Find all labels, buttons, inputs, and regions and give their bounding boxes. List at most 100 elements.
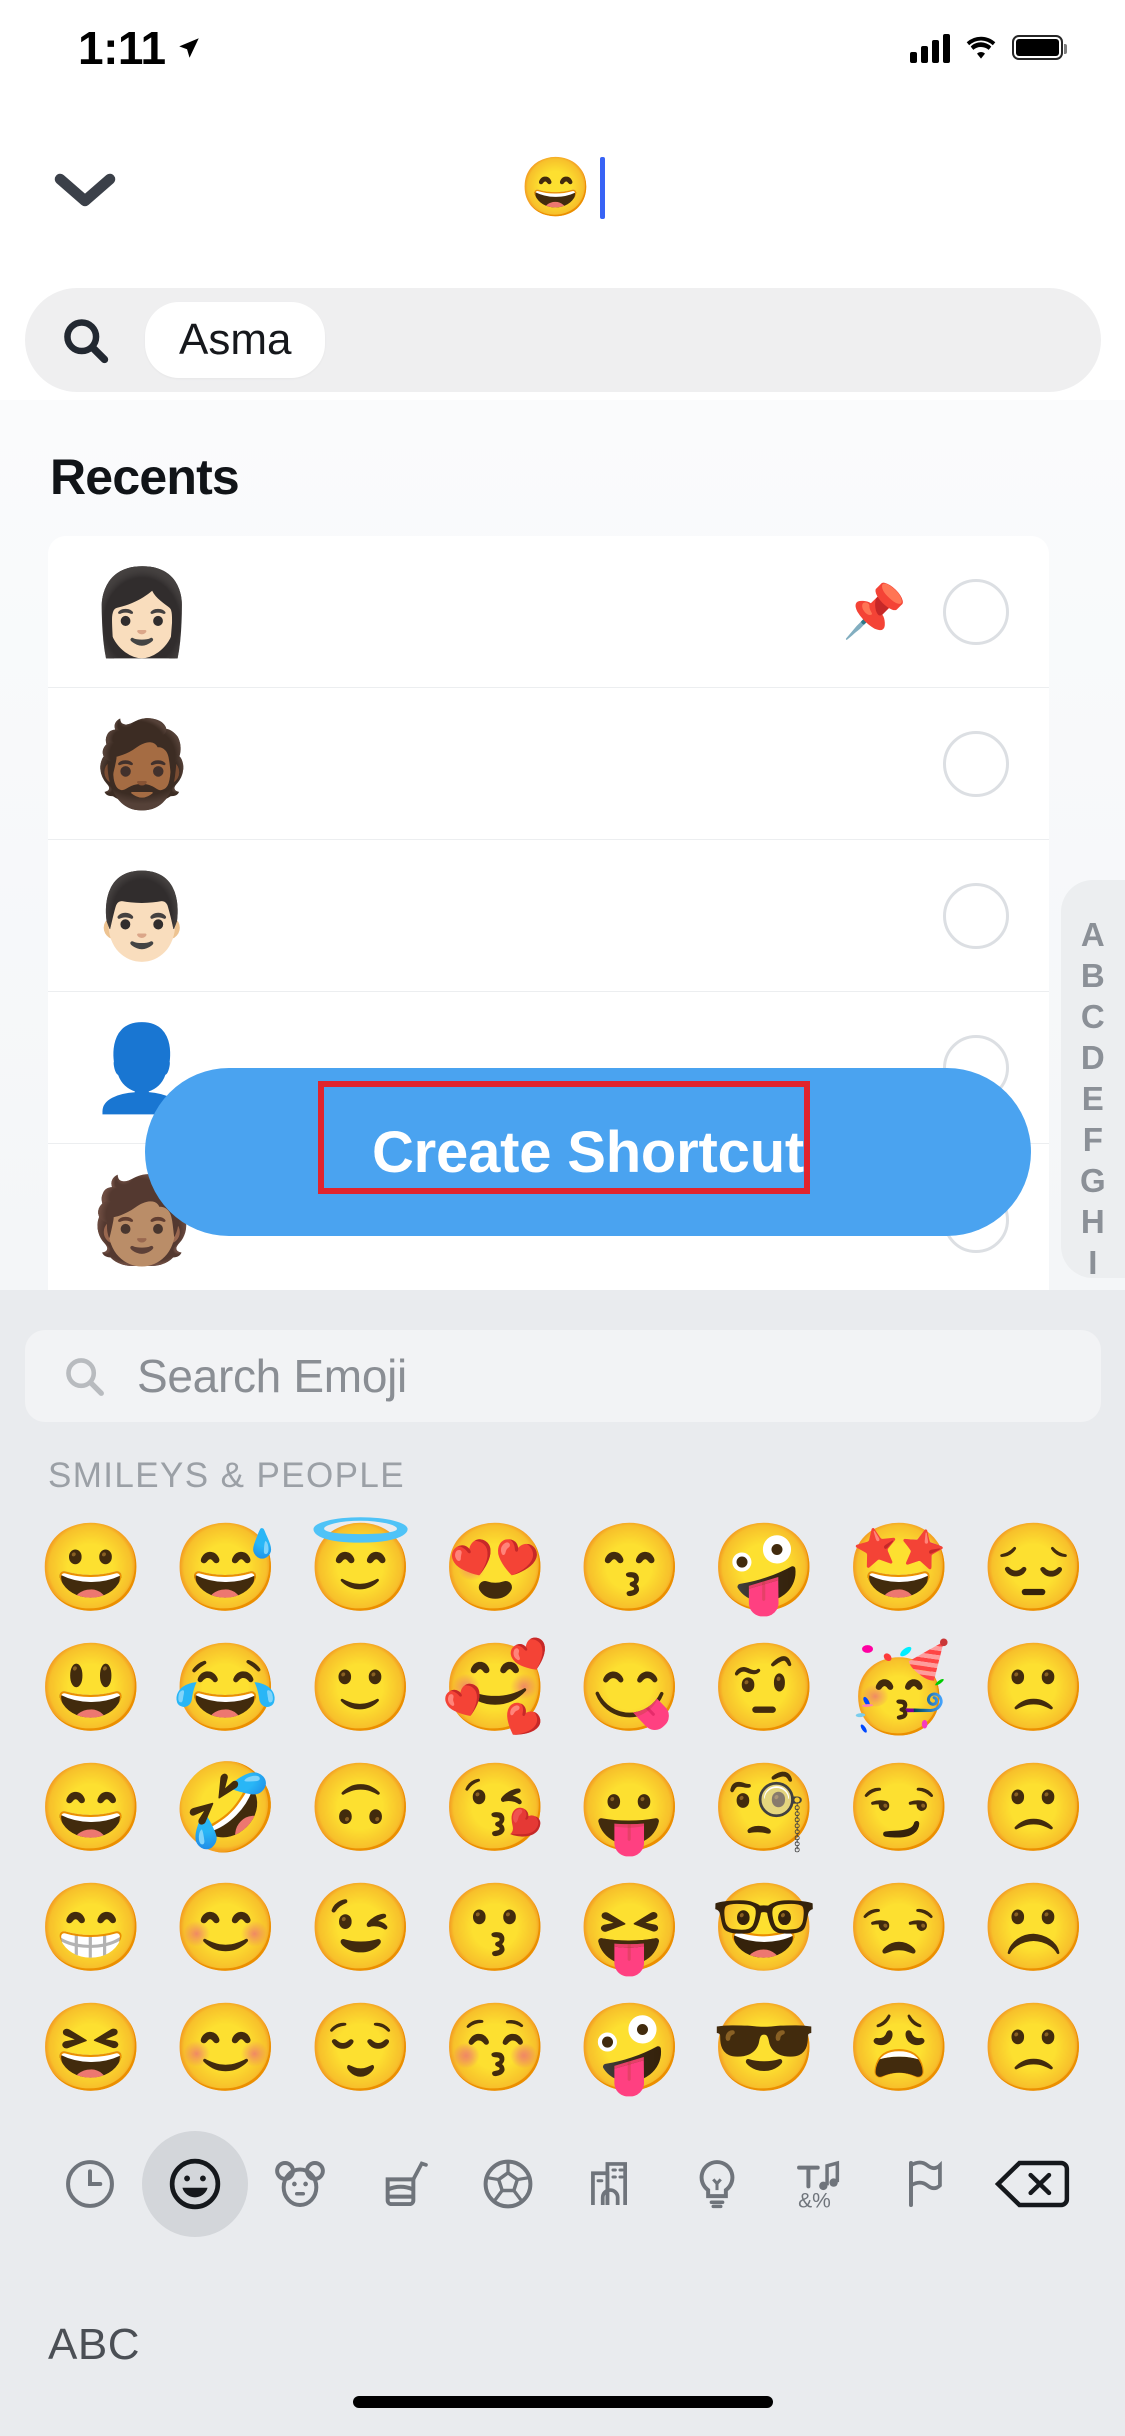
alpha-index-g[interactable]: G [1080,1163,1106,1199]
select-checkbox[interactable] [943,578,1009,645]
table-row[interactable]: 👨🏻 [48,840,1049,992]
table-row[interactable]: 👩🏻 📌 [48,536,1049,688]
emoji-key[interactable]: 😁 [38,1885,145,1971]
emoji-key[interactable]: 😚 [442,2005,549,2091]
contact-search-bar[interactable]: Asma [25,288,1101,392]
emoji-key[interactable]: 😄 [38,1765,145,1851]
select-checkbox[interactable] [943,882,1009,949]
status-bar: 1:11 [0,0,1125,95]
emoji-key[interactable]: 😃 [38,1645,145,1731]
emoji-key[interactable]: 🙁 [980,1645,1087,1731]
location-arrow-icon [178,37,199,58]
activity-icon-button[interactable] [456,2131,560,2237]
animals-icon [275,2161,326,2207]
alpha-index-f[interactable]: F [1083,1122,1104,1158]
alpha-index-c[interactable]: C [1081,999,1105,1035]
battery-icon [1012,35,1067,60]
search-token-asma[interactable]: Asma [145,302,326,378]
avatar: 👨🏻 [94,868,190,963]
emoji-key[interactable]: 😩 [846,2005,953,2091]
emoji-key[interactable]: 😙 [576,1525,683,1611]
emoji-key[interactable]: 😅 [172,1525,279,1611]
emoji-key[interactable]: 🥰 [442,1645,549,1731]
svg-text:&%: &% [798,2189,831,2212]
alpha-index-h[interactable]: H [1081,1204,1105,1240]
food-icon [385,2161,429,2207]
emoji-key[interactable]: 😉 [307,1885,414,1971]
emoji-key[interactable]: 😝 [576,1885,683,1971]
emoji-category-label: SMILEYS & PEOPLE [48,1456,405,1495]
create-shortcut-label: Create Shortcut [371,1119,805,1185]
flags-icon-button[interactable] [873,2131,977,2237]
food-icon-button[interactable] [352,2131,456,2237]
alpha-index-e[interactable]: E [1082,1081,1104,1117]
backspace-icon [994,2160,1070,2208]
emoji-key[interactable]: 😔 [980,1525,1087,1611]
emoji-key[interactable]: 🥳 [846,1645,953,1731]
emoji-key[interactable]: 🙁 [980,2005,1087,2091]
emoji-search-placeholder: Search Emoji [137,1350,407,1402]
emoji-key[interactable]: 😊 [172,2005,279,2091]
emoji-key[interactable]: 😛 [576,1765,683,1851]
backspace-icon-button[interactable] [977,2131,1087,2237]
symbols-icon: &% [796,2160,839,2212]
alphabet-index-scrubber[interactable]: A B C D E F G H I [1061,880,1125,1281]
search-icon [64,319,109,364]
recents-heading: Recents [50,449,240,505]
phone-screen: 1:11 😄 Asma Recents 👩🏻 📌 🧔🏾 👨🏻 👤 🧑🏽 A B … [0,0,1125,2436]
emoji-key[interactable]: 😏 [846,1765,953,1851]
animals-icon-button[interactable] [248,2131,352,2237]
emoji-search-input[interactable]: Search Emoji [25,1330,1101,1422]
travel-icon-button[interactable] [561,2131,665,2237]
smileys-icon [169,2158,221,2210]
pin-icon: 📌 [842,582,907,641]
smileys-icon-button[interactable] [142,2131,249,2237]
emoji-compose-input[interactable]: 😄 [0,95,1125,280]
emoji-category-toolbar: &% [0,2122,1125,2246]
alpha-index-b[interactable]: B [1081,958,1105,994]
home-indicator[interactable] [352,2396,773,2408]
emoji-key[interactable]: 🤓 [711,1885,818,1971]
emoji-key[interactable]: 😗 [442,1885,549,1971]
symbols-icon-button[interactable]: &% [769,2131,873,2237]
objects-icon-button[interactable] [665,2131,769,2237]
alpha-index-a[interactable]: A [1081,917,1105,953]
emoji-key[interactable]: 🤣 [172,1765,279,1851]
emoji-key[interactable]: 😀 [38,1525,145,1611]
abc-key[interactable]: ABC [48,2320,140,2370]
alpha-index-i[interactable]: I [1088,1245,1098,1281]
emoji-key[interactable]: 🧐 [711,1765,818,1851]
emoji-key[interactable]: 🤪 [576,2005,683,2091]
emoji-key[interactable]: 😘 [442,1765,549,1851]
emoji-key[interactable]: 😌 [307,2005,414,2091]
emoji-key[interactable]: 😂 [172,1645,279,1731]
emoji-key[interactable]: 😋 [576,1645,683,1731]
recents-clock-icon [66,2160,114,2208]
compose-emoji-value: 😄 [519,154,593,220]
emoji-key[interactable]: 😊 [172,1885,279,1971]
emoji-key[interactable]: 😍 [442,1525,549,1611]
emoji-key[interactable]: 🙃 [307,1765,414,1851]
compose-header: 😄 [0,95,1125,280]
emoji-key[interactable]: 🤩 [846,1525,953,1611]
emoji-key[interactable]: 😒 [846,1885,953,1971]
emoji-key[interactable]: 🤪 [711,1525,818,1611]
emoji-key[interactable]: 🙁 [980,1765,1087,1851]
avatar: 🧔🏾 [94,716,190,811]
emoji-key[interactable]: ☹️ [980,1885,1087,1971]
text-cursor [600,156,606,219]
create-shortcut-button[interactable]: Create Shortcut [145,1068,1031,1236]
table-row[interactable]: 🧔🏾 [48,688,1049,840]
emoji-keyboard: Search Emoji SMILEYS & PEOPLE 😀 😅 😇 😍 😙 … [0,1290,1125,2436]
emoji-grid: 😀 😅 😇 😍 😙 🤪 🤩 😔 😃 😂 🙂 🥰 😋 🤨 🥳 🙁 😄 🤣 🙃 😘 … [24,1508,1101,2108]
emoji-key[interactable]: 😆 [38,2005,145,2091]
travel-icon [590,2162,627,2205]
status-bar-right [910,33,1067,63]
emoji-key[interactable]: 🤨 [711,1645,818,1731]
select-checkbox[interactable] [943,730,1009,797]
emoji-key[interactable]: 🙂 [307,1645,414,1731]
recents-clock-icon-button[interactable] [38,2131,142,2237]
emoji-key[interactable]: 😎 [711,2005,818,2091]
emoji-key[interactable]: 😇 [307,1525,414,1611]
alpha-index-d[interactable]: D [1081,1040,1105,1076]
